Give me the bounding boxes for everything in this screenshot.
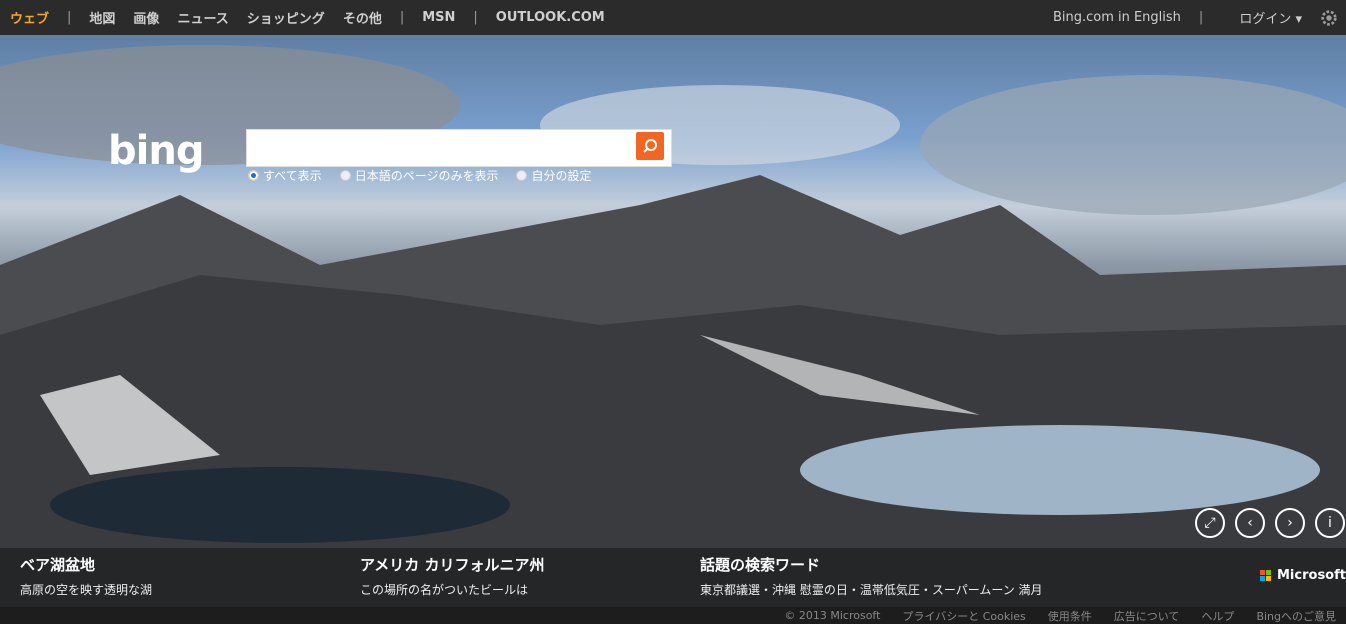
info-title: アメリカ カリフォルニア州 xyxy=(360,556,545,574)
footer-privacy[interactable]: プライバシーと Cookies xyxy=(902,608,1025,624)
login-link[interactable]: ログイン ▾ xyxy=(1239,8,1302,27)
top-right-links: Bing.com in English | ログイン ▾ xyxy=(1053,0,1338,35)
info-title: 話題の検索ワード xyxy=(700,556,821,574)
info-item[interactable]: ベア湖盆地 高原の空を映す透明な湖 xyxy=(20,554,152,598)
gear-icon[interactable] xyxy=(1320,9,1338,27)
info-item[interactable]: 話題の検索ワード 東京都議選・沖縄 慰霊の日・温帯低気圧・スーパームーン 満月 xyxy=(700,554,1043,598)
nav-separator: | xyxy=(1198,10,1204,25)
search-icon xyxy=(643,139,657,153)
footer-help[interactable]: ヘルプ xyxy=(1201,608,1234,624)
prev-icon[interactable]: ‹ xyxy=(1235,508,1265,538)
expand-icon[interactable]: ⤢ xyxy=(1195,508,1225,538)
search-button[interactable] xyxy=(636,132,664,160)
footer: © 2013 Microsoft プライバシーと Cookies 使用条件 広告… xyxy=(0,607,1346,624)
footer-ads[interactable]: 広告について xyxy=(1114,608,1180,624)
nav-shopping[interactable]: ショッピング xyxy=(247,8,325,27)
microsoft-logo: Microsoft xyxy=(1260,568,1346,583)
nav-images[interactable]: 画像 xyxy=(133,8,159,27)
microsoft-label: Microsoft xyxy=(1277,568,1346,583)
search-input[interactable] xyxy=(246,129,672,167)
nav-outlook[interactable]: OUTLOOK.COM xyxy=(496,10,605,25)
info-subtitle: 東京都議選・沖縄 慰霊の日・温帯低気圧・スーパームーン 満月 xyxy=(700,583,1043,597)
radio-custom[interactable]: 自分の設定 xyxy=(516,167,591,184)
landscape-illustration xyxy=(0,45,1346,607)
info-item[interactable]: アメリカ カリフォルニア州 この場所の名がついたビールは xyxy=(360,554,544,598)
english-link[interactable]: Bing.com in English xyxy=(1053,10,1181,25)
nav-news[interactable]: ニュース xyxy=(177,8,228,27)
nav-msn[interactable]: MSN xyxy=(422,10,455,25)
radio-label: 日本語のページのみを表示 xyxy=(354,169,499,183)
radio-all[interactable]: すべて表示 xyxy=(248,167,322,184)
nav-separator: | xyxy=(399,10,405,25)
bing-logo: bing xyxy=(108,128,204,174)
hotspot-info-bar: ベア湖盆地 高原の空を映す透明な湖 アメリカ カリフォルニア州 この場所の名がつ… xyxy=(0,548,1346,607)
login-label: ログイン xyxy=(1239,12,1292,27)
info-subtitle: 高原の空を映す透明な湖 xyxy=(20,583,153,597)
search-scope-options: すべて表示 日本語のページのみを表示 自分の設定 xyxy=(248,167,591,184)
radio-dot xyxy=(339,170,351,181)
nav-separator: | xyxy=(67,10,72,25)
background-image xyxy=(0,35,1346,607)
next-icon[interactable]: › xyxy=(1275,508,1305,538)
nav-separator: | xyxy=(473,10,478,25)
radio-label: 自分の設定 xyxy=(531,169,592,183)
windows-flag-icon xyxy=(1260,570,1271,581)
info-title: ベア湖盆地 xyxy=(20,556,96,574)
radio-dot xyxy=(248,170,259,181)
nav-maps[interactable]: 地図 xyxy=(89,8,115,27)
radio-label: すべて表示 xyxy=(263,169,322,183)
nav-links: ウェブ | 地図 画像 ニュース ショッピング その他 | MSN | OUTL… xyxy=(10,0,623,35)
info-subtitle: この場所の名がついたビールは xyxy=(360,583,529,597)
info-icon[interactable]: i xyxy=(1315,508,1345,538)
footer-feedback[interactable]: Bingへのご意見 xyxy=(1256,608,1336,624)
nav-more[interactable]: その他 xyxy=(343,8,382,27)
footer-copyright: © 2013 Microsoft xyxy=(784,609,881,622)
nav-web[interactable]: ウェブ xyxy=(10,8,49,27)
footer-terms[interactable]: 使用条件 xyxy=(1048,608,1092,624)
radio-japanese[interactable]: 日本語のページのみを表示 xyxy=(339,167,499,184)
top-nav-bar: ウェブ | 地図 画像 ニュース ショッピング その他 | MSN | OUTL… xyxy=(0,0,1346,35)
radio-dot xyxy=(516,170,528,181)
image-controls: ⤢ ‹ › i xyxy=(1195,508,1345,538)
